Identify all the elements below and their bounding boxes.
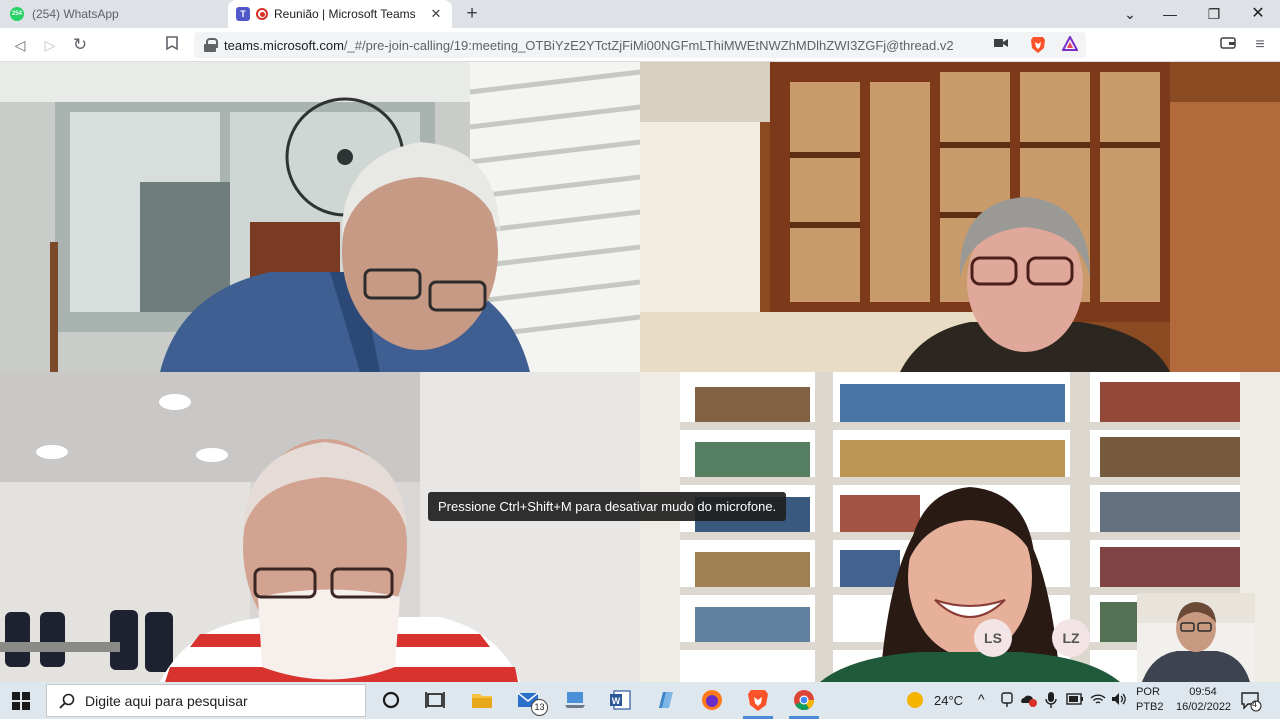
menu-icon[interactable]: ≡ (1250, 35, 1270, 55)
participant-avatar-ls[interactable]: LS (974, 619, 1012, 657)
tab-search-button[interactable]: ⌄ (1108, 0, 1152, 28)
mail-badge: 13 (531, 699, 548, 716)
file-explorer-icon[interactable] (470, 688, 494, 712)
meet-now-icon[interactable] (1000, 692, 1014, 711)
camera-icon[interactable] (994, 36, 1008, 54)
restore-button[interactable]: ❐ (1192, 0, 1236, 28)
notepad-icon[interactable] (654, 688, 678, 712)
microphone-icon[interactable] (1045, 691, 1057, 712)
tab-title: Reunião | Microsoft Teams (274, 7, 416, 21)
volume-icon[interactable] (1111, 692, 1127, 709)
clock-date: 16/02/2022 (1176, 701, 1232, 713)
windows-start-icon[interactable] (12, 692, 30, 710)
self-view-video[interactable] (1137, 593, 1255, 682)
browser-tab-strip: 254 (254) WhatsApp T Reunião | Microsoft… (0, 0, 1280, 28)
back-button[interactable]: ◁ (10, 35, 30, 55)
forward-button[interactable]: ▷ (40, 35, 60, 55)
tab-title: (254) WhatsApp (32, 7, 119, 21)
brave-shields-icon[interactable] (1030, 36, 1046, 54)
onedrive-alert-icon[interactable] (1020, 692, 1038, 711)
cortana-icon[interactable] (379, 688, 403, 712)
teams-icon: T (236, 7, 250, 21)
recording-icon (256, 8, 268, 20)
minimize-button[interactable]: — (1148, 0, 1192, 28)
clock-time: 09:54 (1189, 686, 1217, 698)
browser-toolbar: ◁ ▷ ↻ teams.microsoft.com/_#/pre-join-ca… (0, 28, 1280, 62)
word-icon[interactable]: W (608, 688, 632, 712)
firefox-icon[interactable] (700, 688, 724, 712)
video-tile-participant-1 (0, 62, 640, 372)
new-tab-button[interactable]: + (462, 4, 482, 24)
language-indicator[interactable]: POR PTB2 (1136, 685, 1164, 715)
tab-whatsapp[interactable]: 254 (254) WhatsApp (0, 0, 228, 28)
laptop-app-icon[interactable] (563, 688, 587, 712)
svg-text:W: W (612, 696, 621, 706)
notifications-icon[interactable] (1240, 690, 1262, 715)
address-bar[interactable]: teams.microsoft.com/_#/pre-join-calling/… (194, 32, 1086, 58)
wallet-icon[interactable] (1218, 35, 1238, 55)
reload-button[interactable]: ↻ (70, 35, 90, 55)
wifi-icon[interactable] (1090, 692, 1106, 709)
tray-chevron-up-icon[interactable]: ^ (978, 691, 985, 707)
brave-rewards-icon[interactable] (1061, 34, 1079, 54)
tab-close-icon[interactable]: ✕ (428, 6, 444, 22)
windows-taskbar: Digite aqui para pesquisar 13 W 24°C ^ P… (0, 682, 1280, 719)
notification-count: 4 (1252, 699, 1258, 709)
mute-tooltip: Pressione Ctrl+Shift+M para desativar mu… (428, 492, 787, 521)
close-window-button[interactable]: ✕ (1236, 0, 1280, 28)
whatsapp-icon: 254 (10, 7, 24, 21)
task-view-icon[interactable] (423, 688, 447, 712)
participant-avatar-lz[interactable]: LZ (1052, 619, 1090, 657)
weather-sun-icon[interactable] (906, 691, 924, 709)
lock-icon (204, 38, 218, 52)
brave-browser-icon[interactable] (746, 688, 770, 712)
video-tile-participant-3 (0, 372, 640, 682)
chrome-icon[interactable] (792, 688, 816, 712)
url-text: teams.microsoft.com/_#/pre-join-calling/… (224, 37, 954, 53)
taskbar-search-input[interactable]: Digite aqui para pesquisar (46, 684, 366, 717)
taskbar-clock[interactable]: 09:54 16/02/2022 (1176, 685, 1232, 715)
bookmark-icon[interactable] (162, 35, 182, 55)
search-icon (59, 693, 75, 709)
weather-temperature[interactable]: 24°C (934, 693, 963, 708)
video-tile-participant-2 (640, 62, 1280, 372)
battery-icon[interactable] (1066, 693, 1084, 708)
tab-teams[interactable]: T Reunião | Microsoft Teams ✕ (228, 0, 452, 28)
video-grid (0, 62, 1280, 682)
